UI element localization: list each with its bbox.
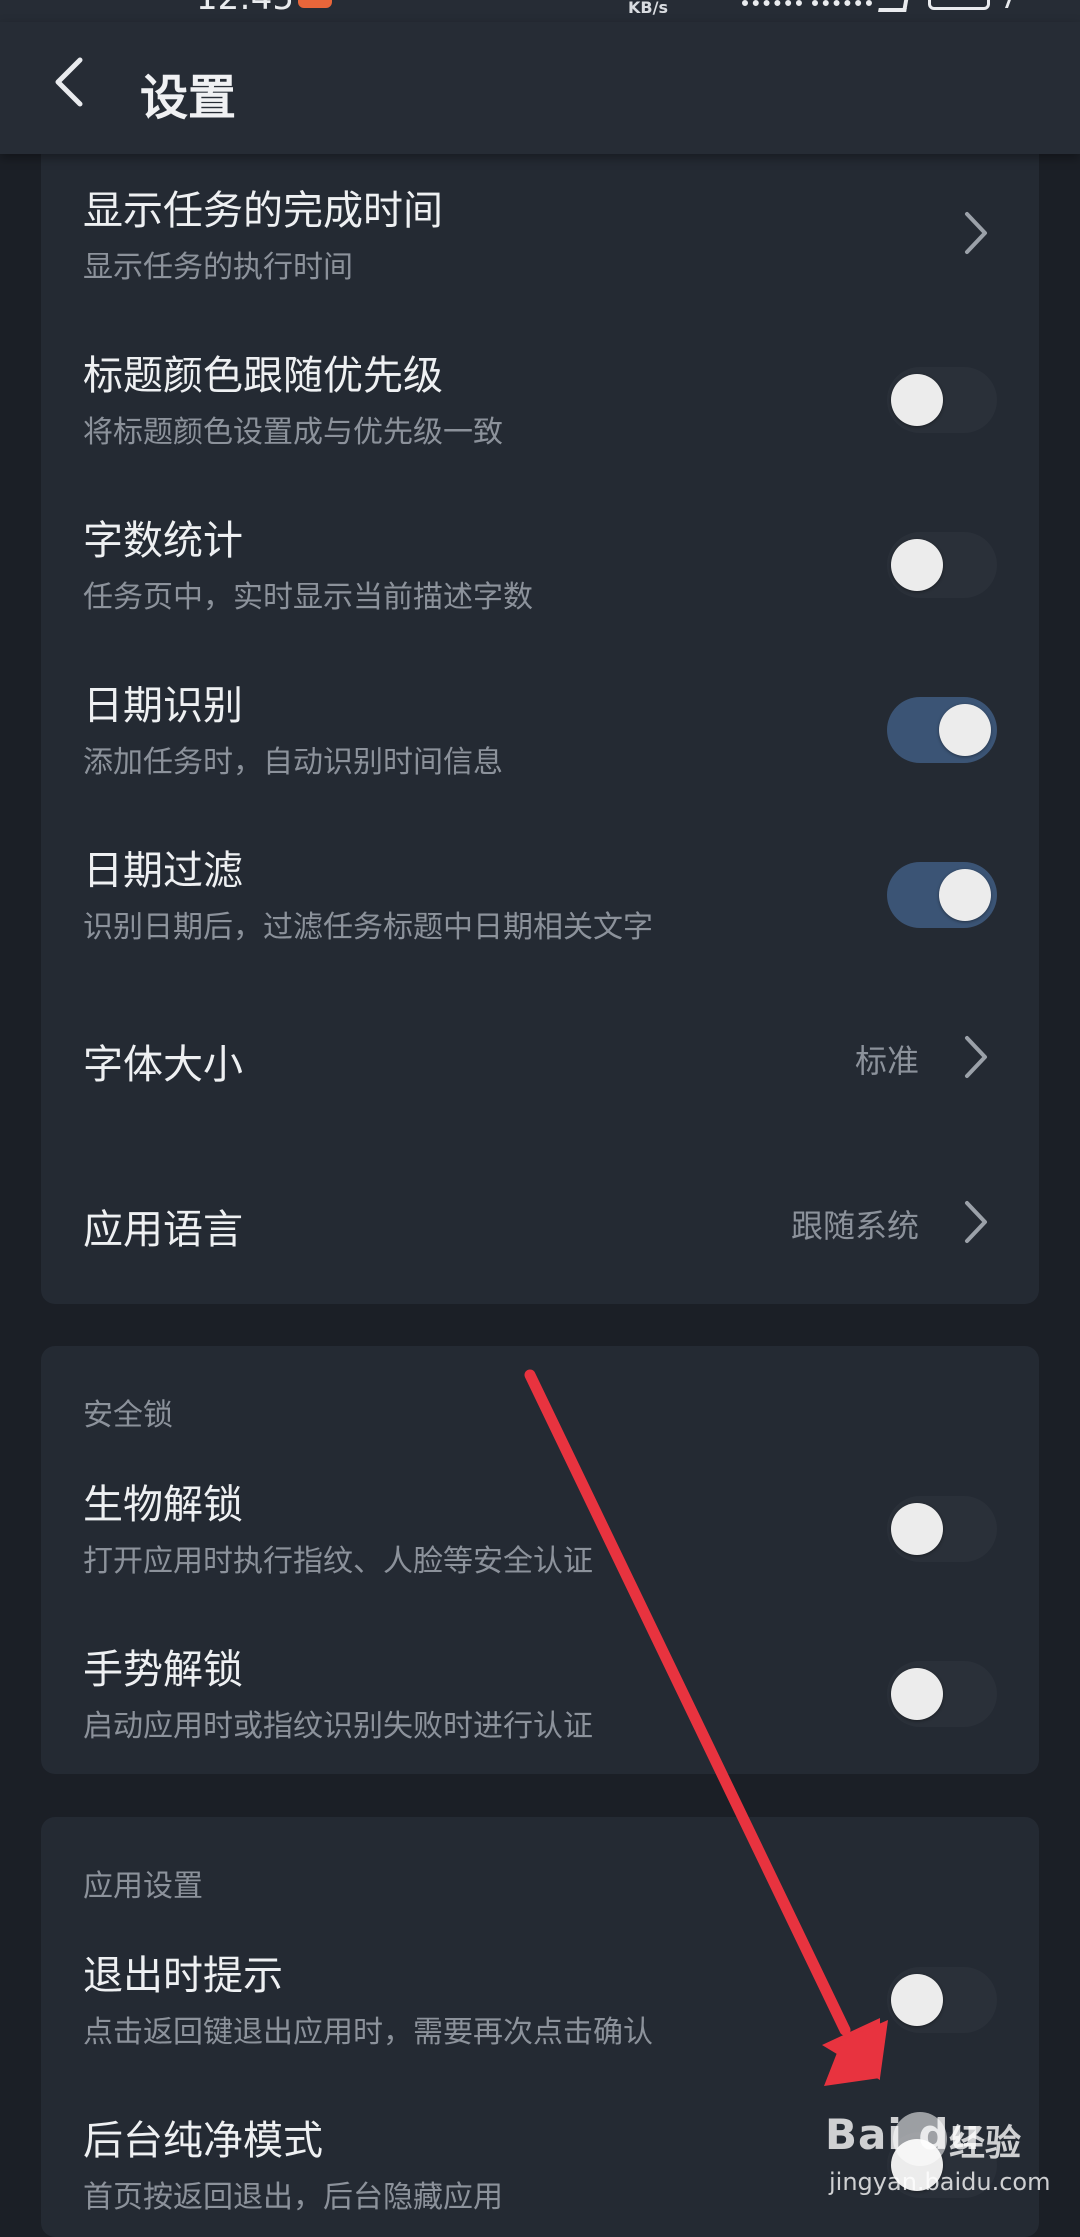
toggle-switch[interactable]: [887, 1967, 997, 2033]
toggle-knob: [891, 374, 943, 426]
notification-icon: [298, 0, 332, 8]
app-settings-card: 应用设置 退出时提示 点击返回键退出应用时，需要再次点击确认 后台纯净模式 首页…: [41, 1817, 1039, 2237]
setting-description: 任务页中，实时显示当前描述字数: [83, 580, 533, 615]
toggle-switch[interactable]: [887, 532, 997, 598]
setting-description: 点击返回键退出应用时，需要再次点击确认: [83, 2015, 653, 2050]
setting-label: 生物解锁: [83, 1482, 243, 1528]
setting-label: 应用语言: [83, 1207, 243, 1253]
setting-value: 标准: [854, 1042, 919, 1080]
net-speed: KB/s: [628, 0, 668, 17]
setting-label: 日期过滤: [83, 848, 243, 894]
setting-date-filter[interactable]: 日期过滤 识别日期后，过滤任务标题中日期相关文字: [41, 810, 1039, 975]
toggle-knob: [939, 704, 991, 756]
security-lock-card: 安全锁 生物解锁 打开应用时执行指纹、人脸等安全认证 手势解锁 启动应用时或指纹…: [41, 1346, 1039, 1774]
setting-show-completion-time[interactable]: 显示任务的完成时间 显示任务的执行时间: [41, 150, 1039, 315]
setting-date-recognition[interactable]: 日期识别 添加任务时，自动识别时间信息: [41, 645, 1039, 810]
app-header: 设置: [0, 22, 1080, 154]
charging-icon: [999, 0, 1017, 8]
setting-label: 日期识别: [83, 683, 243, 729]
toggle-knob: [939, 869, 991, 921]
setting-label: 退出时提示: [83, 1953, 283, 1999]
wifi-icon: [878, 0, 910, 12]
setting-biometric-unlock[interactable]: 生物解锁 打开应用时执行指纹、人脸等安全认证: [41, 1444, 1039, 1609]
toggle-switch[interactable]: [887, 367, 997, 433]
setting-label: 字数统计: [83, 518, 243, 564]
setting-exit-prompt[interactable]: 退出时提示 点击返回键退出应用时，需要再次点击确认: [41, 1915, 1039, 2080]
battery-icon: [928, 0, 990, 10]
setting-value: 跟随系统: [790, 1207, 919, 1245]
setting-gesture-unlock[interactable]: 手势解锁 启动应用时或指纹识别失败时进行认证: [41, 1609, 1039, 1774]
setting-description: 将标题颜色设置成与优先级一致: [83, 415, 503, 450]
setting-label: 手势解锁: [83, 1647, 243, 1693]
chevron-left-icon: [55, 57, 83, 107]
signal-icon: [742, 0, 802, 6]
toggle-switch[interactable]: [887, 2132, 997, 2198]
chevron-right-icon: [965, 1036, 987, 1078]
signal-icon-2: [812, 0, 872, 6]
setting-font-size[interactable]: 字体大小 标准: [41, 975, 1039, 1140]
setting-label: 显示任务的完成时间: [83, 188, 443, 234]
toggle-switch[interactable]: [887, 862, 997, 928]
toggle-switch[interactable]: [887, 1661, 997, 1727]
setting-description: 启动应用时或指纹识别失败时进行认证: [83, 1709, 593, 1744]
setting-description: 显示任务的执行时间: [83, 250, 353, 285]
chevron-right-icon: [965, 212, 987, 254]
setting-label: 后台纯净模式: [83, 2118, 323, 2164]
setting-description: 识别日期后，过滤任务标题中日期相关文字: [83, 910, 653, 945]
setting-label: 字体大小: [83, 1042, 243, 1088]
back-button[interactable]: [40, 50, 104, 114]
setting-title-color-priority[interactable]: 标题颜色跟随优先级 将标题颜色设置成与优先级一致: [41, 315, 1039, 480]
chevron-right-icon: [965, 1201, 987, 1243]
setting-description: 首页按返回退出，后台隐藏应用: [83, 2180, 503, 2215]
setting-app-language[interactable]: 应用语言 跟随系统: [41, 1140, 1039, 1304]
section-title: 应用设置: [83, 1869, 203, 1904]
page-title: 设置: [140, 70, 237, 126]
toggle-switch[interactable]: [887, 697, 997, 763]
setting-description: 添加任务时，自动识别时间信息: [83, 745, 503, 780]
setting-word-count[interactable]: 字数统计 任务页中，实时显示当前描述字数: [41, 480, 1039, 645]
setting-description: 打开应用时执行指纹、人脸等安全认证: [83, 1544, 593, 1579]
section-title: 安全锁: [83, 1398, 173, 1433]
general-settings-card: 显示任务的完成时间 显示任务的执行时间 标题颜色跟随优先级 将标题颜色设置成与优…: [41, 100, 1039, 1304]
toggle-knob: [891, 1668, 943, 1720]
toggle-knob: [891, 1974, 943, 2026]
setting-background-clean-mode[interactable]: 后台纯净模式 首页按返回退出，后台隐藏应用: [41, 2080, 1039, 2237]
toggle-knob: [891, 539, 943, 591]
toggle-knob: [891, 1503, 943, 1555]
toggle-knob: [891, 2139, 943, 2191]
status-time: 12:45: [196, 0, 294, 18]
setting-label: 标题颜色跟随优先级: [83, 353, 443, 399]
status-bar: 12:45 KB/s: [0, 0, 1080, 22]
toggle-switch[interactable]: [887, 1496, 997, 1562]
